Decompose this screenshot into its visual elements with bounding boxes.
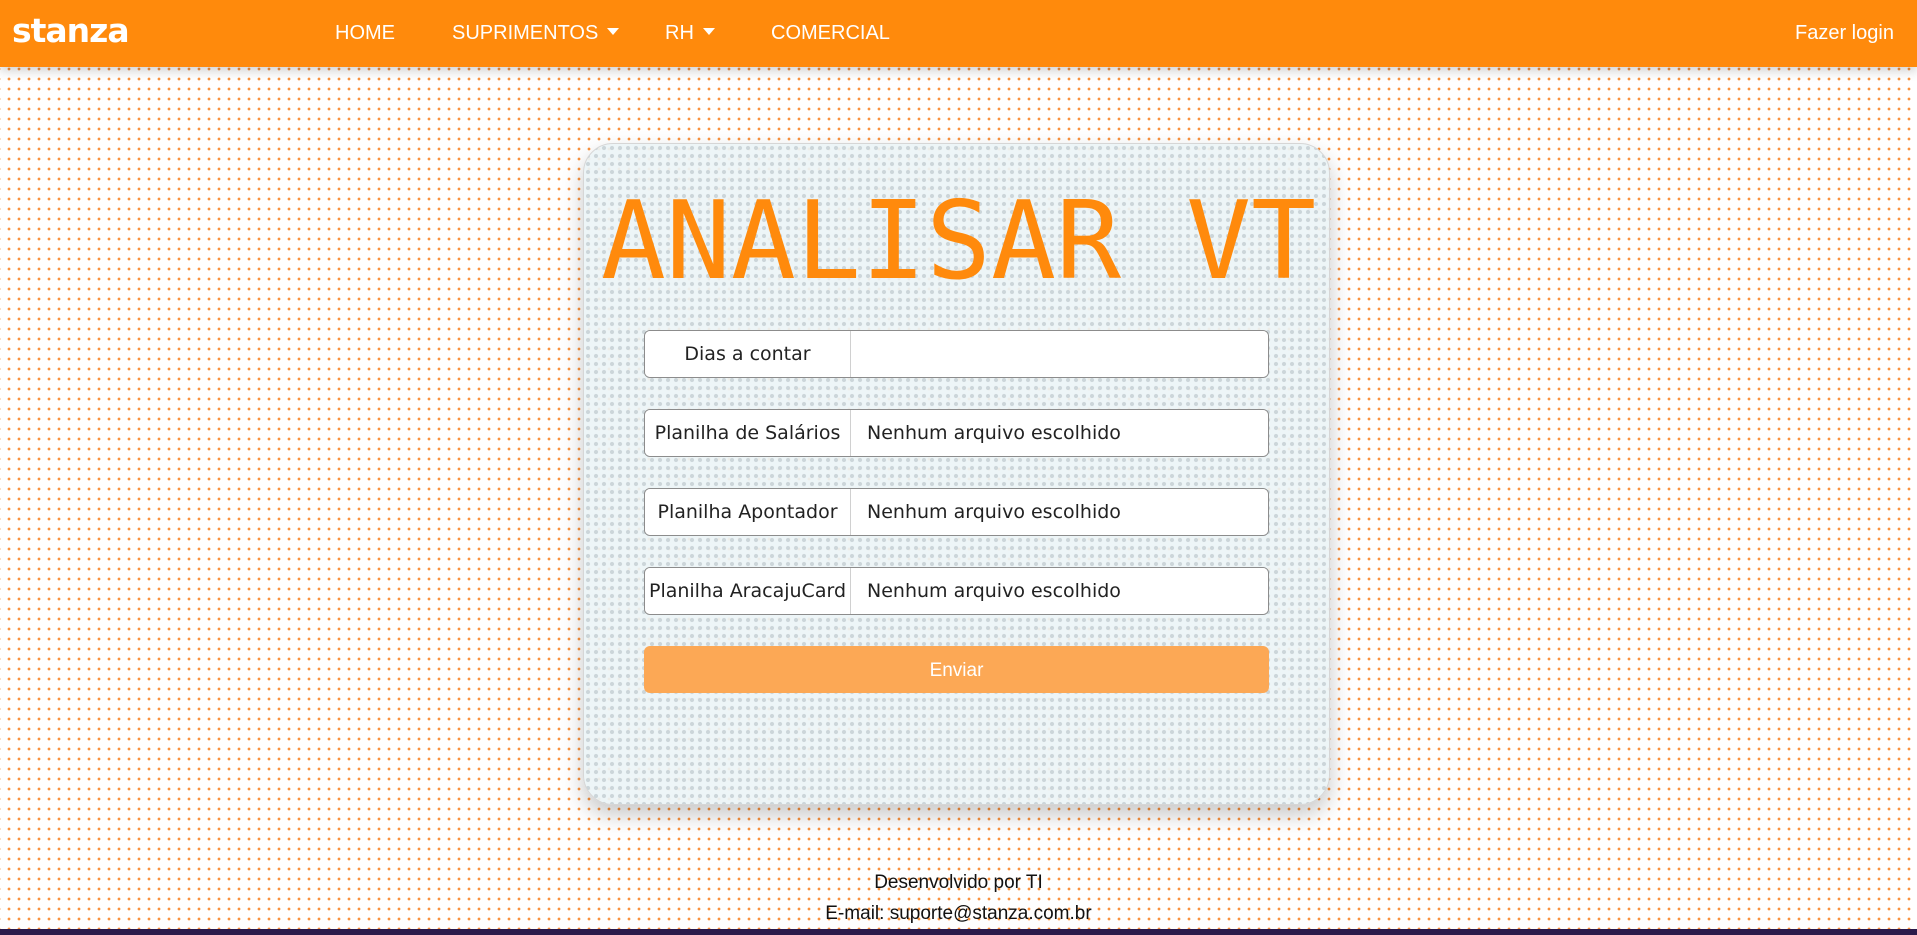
nav-item-suprimentos[interactable]: SUPRIMENTOS (452, 22, 620, 45)
salary-sheet-field: Planilha de Salários Nenhum arquivo esco… (644, 409, 1269, 457)
salary-sheet-label: Planilha de Salários (645, 410, 851, 456)
page-title: ANALISAR VT (600, 179, 1317, 304)
nav-item-label: SUPRIMENTOS (452, 22, 599, 44)
footer-developed-by: Desenvolvido por TI (874, 872, 1043, 893)
nav-item-label: HOME (335, 22, 395, 44)
apontador-sheet-file-input[interactable]: Nenhum arquivo escolhido (851, 489, 1268, 535)
salary-sheet-file-input[interactable]: Nenhum arquivo escolhido (851, 410, 1268, 456)
apontador-sheet-field: Planilha Apontador Nenhum arquivo escolh… (644, 488, 1269, 536)
nav-item-label: COMERCIAL (771, 22, 890, 44)
login-link[interactable]: Fazer login (1795, 22, 1894, 45)
caret-down-icon (607, 28, 620, 35)
aracajucard-sheet-file-input[interactable]: Nenhum arquivo escolhido (851, 568, 1268, 614)
days-field: Dias a contar (644, 330, 1269, 378)
days-label: Dias a contar (645, 331, 851, 377)
nav-item-label: RH (665, 22, 694, 44)
apontador-sheet-label: Planilha Apontador (645, 489, 851, 535)
nav-item-comercial[interactable]: COMERCIAL (771, 22, 890, 45)
bottom-bar (0, 929, 1917, 935)
caret-down-icon (702, 28, 715, 35)
days-input[interactable] (851, 331, 1268, 377)
footer-email: E-mail: suporte@stanza.com.br (825, 903, 1092, 924)
nav-item-rh[interactable]: RH (665, 22, 715, 45)
submit-button[interactable]: Enviar (644, 646, 1269, 693)
nav-item-home[interactable]: HOME (335, 22, 395, 45)
aracajucard-sheet-label: Planilha AracajuCard (645, 568, 851, 614)
aracajucard-sheet-field: Planilha AracajuCard Nenhum arquivo esco… (644, 567, 1269, 615)
top-navbar: stanza HOME SUPRIMENTOS RH COMERCIAL Faz… (0, 0, 1917, 67)
brand-logo[interactable]: stanza (12, 11, 130, 50)
